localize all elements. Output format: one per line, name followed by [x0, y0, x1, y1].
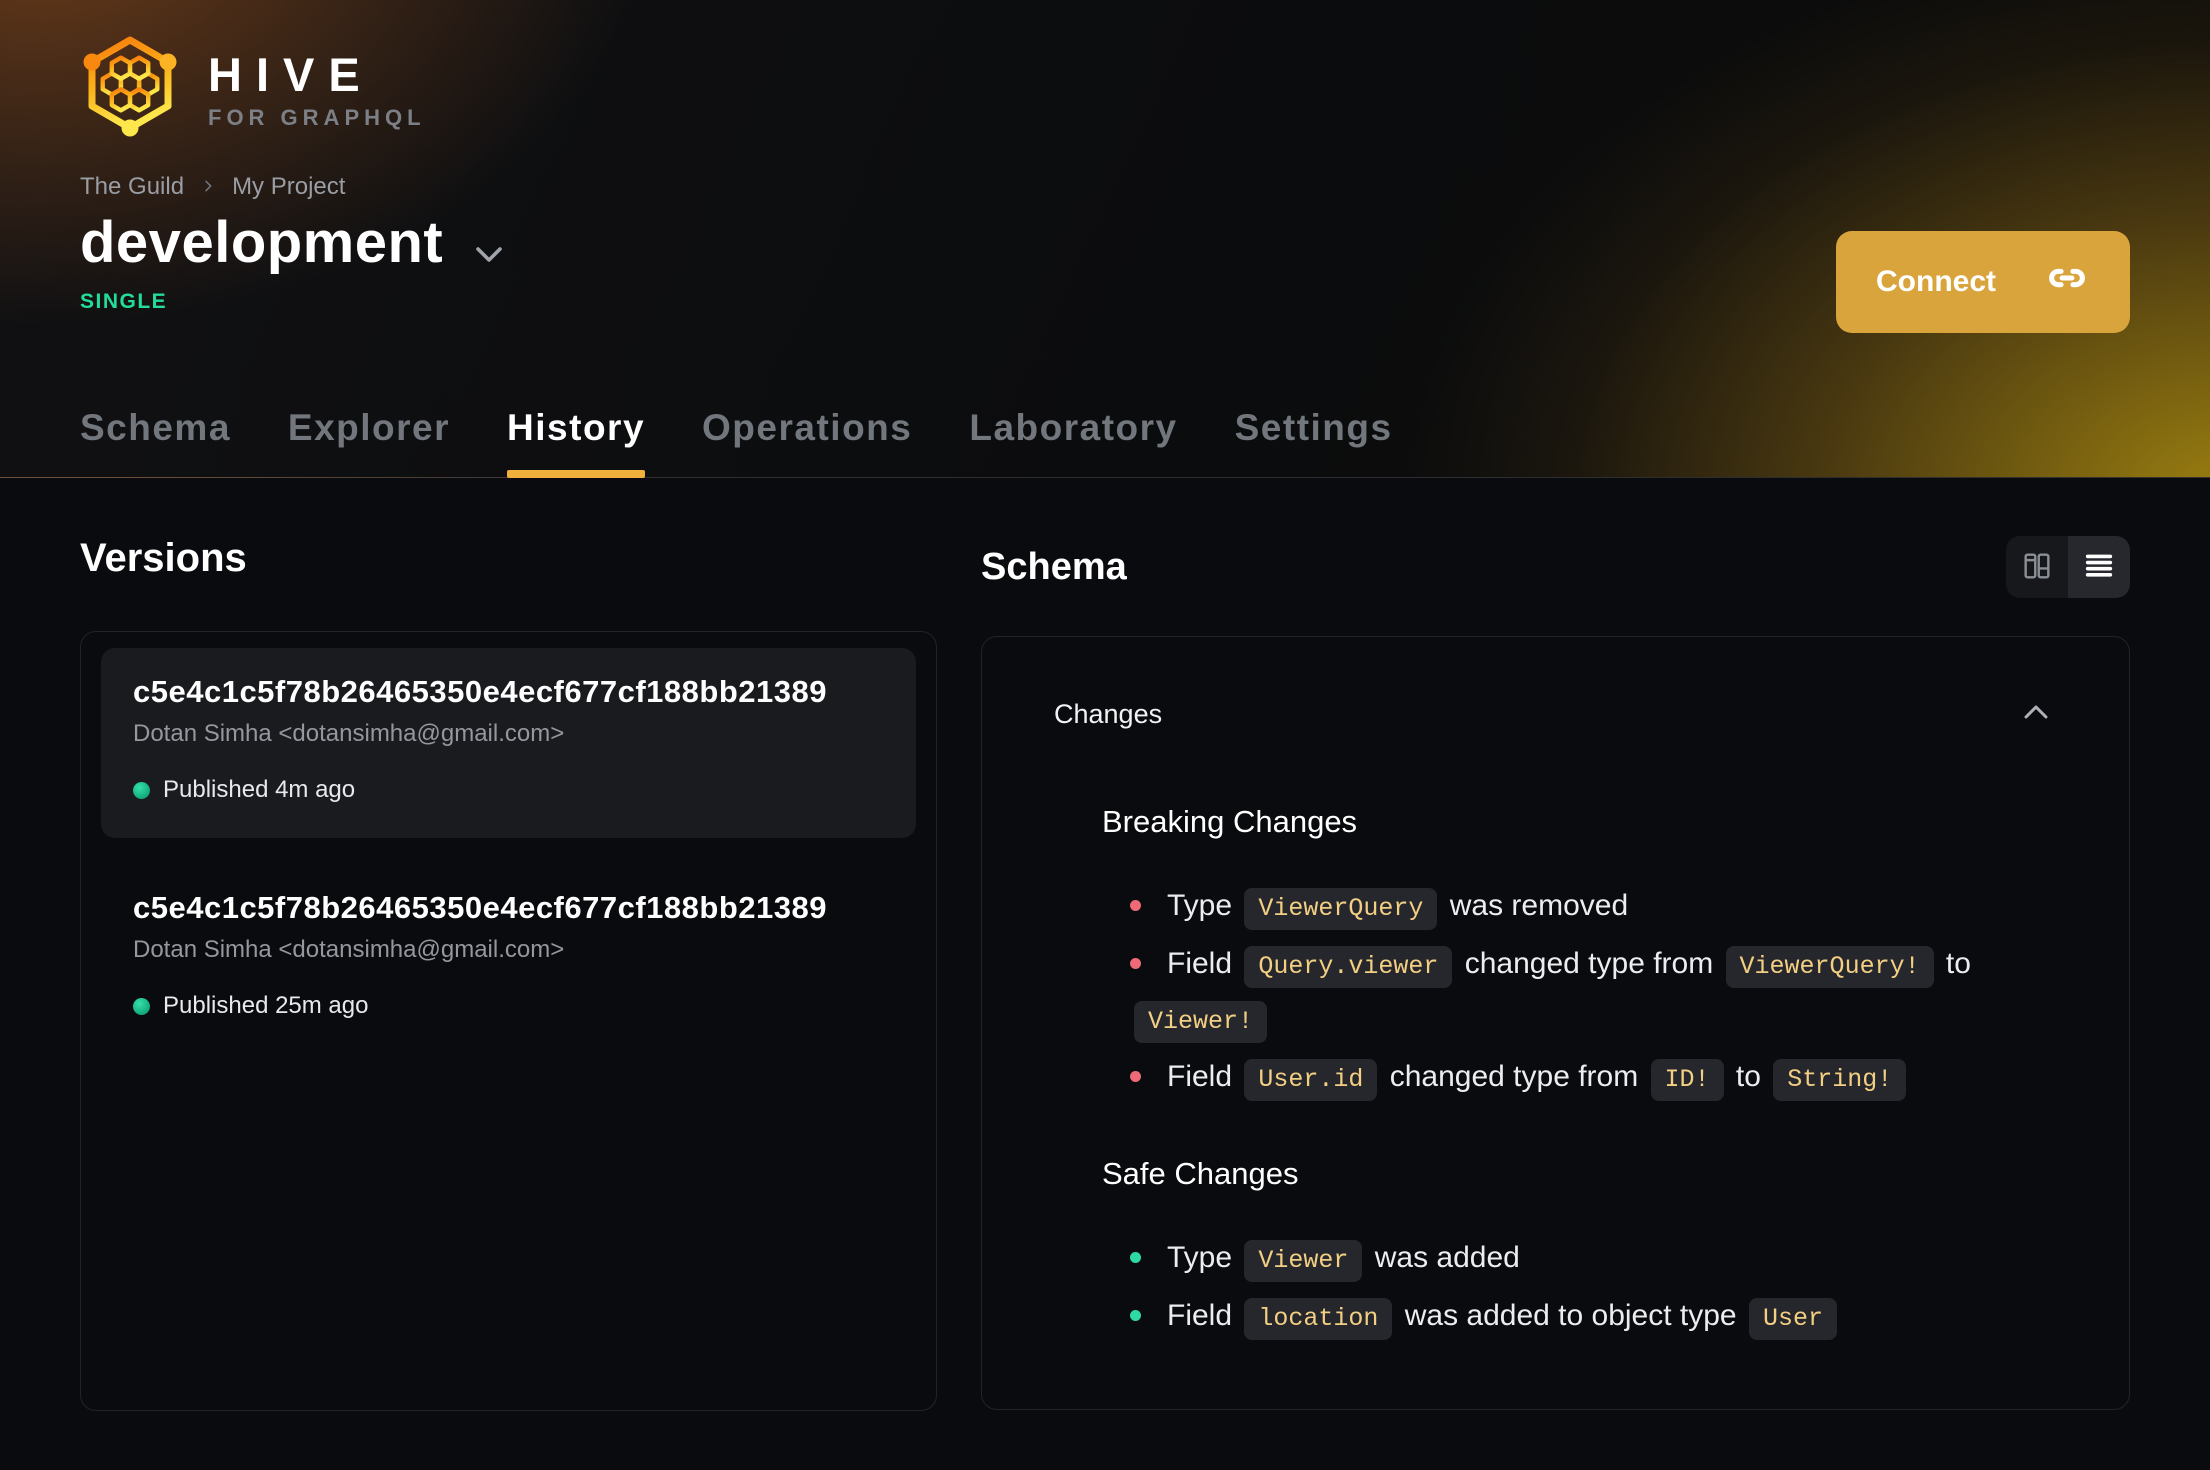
- hive-honeycomb-logo-icon: [80, 34, 180, 145]
- tab-explorer[interactable]: Explorer: [288, 407, 450, 477]
- list-view-button[interactable]: [2068, 536, 2130, 598]
- versions-section: Versions c5e4c1c5f78b26465350e4ecf677cf1…: [80, 536, 937, 1411]
- change-item: Field User.id changed type from ID! to S…: [1130, 1051, 2007, 1106]
- section-title: Safe Changes: [1102, 1156, 1299, 1191]
- version-hash: c5e4c1c5f78b26465350e4ecf677cf188bb21389: [133, 674, 827, 709]
- bullet-icon: [1130, 1251, 1141, 1263]
- code-chip: Query.viewer: [1244, 946, 1453, 988]
- bullet-icon: [1130, 899, 1141, 911]
- code-chip: Viewer!: [1134, 1001, 1268, 1043]
- code-chip: Viewer: [1244, 1240, 1363, 1282]
- schema-heading: Schema: [981, 546, 1127, 588]
- breadcrumb-org-link[interactable]: The Guild: [80, 173, 184, 201]
- schema-section: Schema Changes Breaking Changes Type Vie…: [981, 536, 2130, 1411]
- bullet-icon: [1130, 1309, 1141, 1321]
- schema-changes-panel: Changes Breaking Changes Type ViewerQuery…: [981, 636, 2130, 1410]
- page-title: development: [80, 210, 444, 275]
- code-chip: ID!: [1650, 1059, 1724, 1101]
- version-status: Published 4m ago: [133, 776, 884, 804]
- tab-laboratory[interactable]: Laboratory: [969, 407, 1177, 477]
- version-item[interactable]: c5e4c1c5f78b26465350e4ecf677cf188bb21389…: [101, 648, 916, 838]
- code-chip: User.id: [1244, 1059, 1378, 1101]
- changes-collapse-row[interactable]: Changes: [1054, 699, 2051, 730]
- breaking-change-list: Type ViewerQuery was removed Field Query…: [1102, 880, 2007, 1106]
- status-badge: SINGLE: [80, 290, 168, 313]
- hive-app-window: HIVE FOR GRAPHQL The Guild My Project de…: [0, 0, 2210, 1470]
- link-icon: [2046, 257, 2088, 307]
- tab-operations[interactable]: Operations: [702, 407, 912, 477]
- chevron-up-icon: [2021, 702, 2051, 727]
- version-author: Dotan Simha <dotansimha@gmail.com>: [133, 720, 565, 747]
- code-chip: ViewerQuery: [1244, 888, 1438, 930]
- schema-header-row: Schema: [981, 536, 2130, 598]
- brand-logo-row[interactable]: HIVE FOR GRAPHQL: [80, 34, 2130, 145]
- version-hash: c5e4c1c5f78b26465350e4ecf677cf188bb21389: [133, 890, 827, 925]
- change-item: Type Viewer was added: [1130, 1232, 2007, 1287]
- code-chip: location: [1244, 1298, 1393, 1340]
- chevron-down-icon[interactable]: [473, 244, 505, 271]
- chevron-right-icon: [200, 173, 216, 201]
- tab-schema[interactable]: Schema: [80, 407, 231, 477]
- page-header: HIVE FOR GRAPHQL The Guild My Project de…: [0, 0, 2210, 478]
- section-title: Breaking Changes: [1102, 804, 1358, 839]
- tab-bar: Schema Explorer History Operations Laborator…: [80, 407, 2130, 478]
- code-chip: String!: [1773, 1059, 1907, 1101]
- version-status-label: Published 25m ago: [163, 992, 369, 1019]
- split-view-button[interactable]: [2006, 536, 2068, 598]
- version-status-label: Published 4m ago: [163, 776, 356, 803]
- changes-sections: Breaking Changes Type ViewerQuery was rem…: [1054, 804, 2051, 1345]
- brand-wordmark: HIVE FOR GRAPHQL: [208, 51, 426, 129]
- versions-list: c5e4c1c5f78b26465350e4ecf677cf188bb21389…: [80, 631, 937, 1411]
- target-title-block: development SINGLE: [80, 209, 505, 314]
- safe-change-list: Type Viewer was added Field location was…: [1102, 1232, 2007, 1345]
- versions-heading: Versions: [80, 536, 247, 580]
- changes-label: Changes: [1054, 699, 1163, 729]
- bullet-icon: [1130, 1070, 1141, 1082]
- view-mode-toggle: [2006, 536, 2130, 598]
- version-author: Dotan Simha <dotansimha@gmail.com>: [133, 936, 565, 963]
- version-item[interactable]: c5e4c1c5f78b26465350e4ecf677cf188bb21389…: [101, 864, 916, 1054]
- breadcrumb: The Guild My Project: [80, 173, 2130, 201]
- published-dot-icon: [133, 997, 150, 1015]
- code-chip: User: [1748, 1298, 1837, 1340]
- connect-button[interactable]: Connect: [1836, 231, 2130, 333]
- breadcrumb-project-link[interactable]: My Project: [232, 173, 345, 201]
- change-item: Field location was added to object type …: [1130, 1290, 2007, 1345]
- bullet-icon: [1130, 957, 1141, 969]
- brand-name: HIVE: [208, 47, 374, 101]
- code-chip: ViewerQuery!: [1725, 946, 1934, 988]
- main-content: Versions c5e4c1c5f78b26465350e4ecf677cf1…: [0, 478, 2210, 1411]
- change-item: Type ViewerQuery was removed: [1130, 880, 2007, 935]
- list-icon: [2083, 550, 2115, 585]
- tab-settings[interactable]: Settings: [1235, 407, 1393, 477]
- change-item: Field Query.viewer changed type from Vie…: [1130, 938, 2007, 1048]
- columns-icon: [2021, 550, 2053, 585]
- version-status: Published 25m ago: [133, 992, 884, 1020]
- published-dot-icon: [133, 781, 150, 799]
- target-title-row: development SINGLE Connect: [80, 209, 2130, 333]
- connect-button-label: Connect: [1876, 265, 1996, 298]
- brand-tagline: FOR GRAPHQL: [208, 104, 426, 130]
- tab-history[interactable]: History: [507, 407, 646, 478]
